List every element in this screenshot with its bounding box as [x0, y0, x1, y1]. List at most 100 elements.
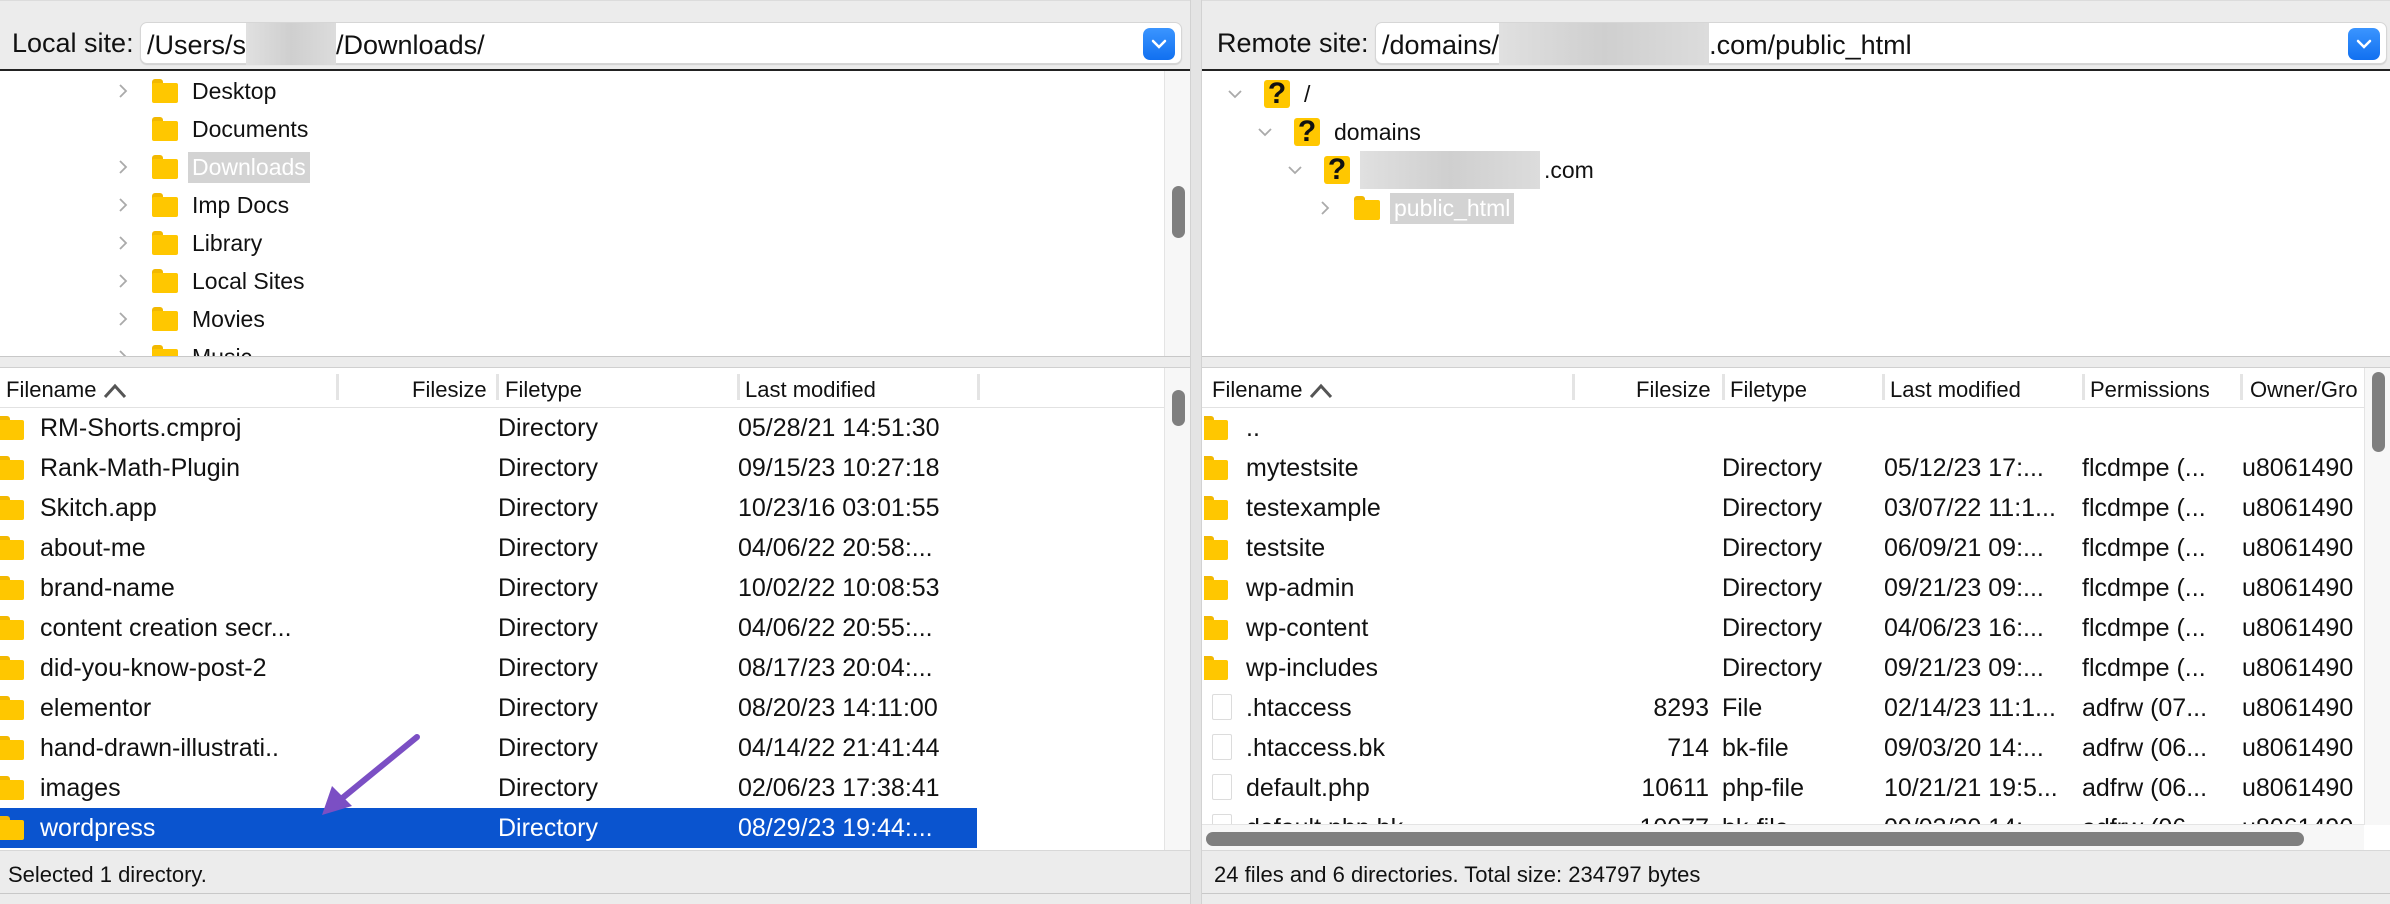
remote-list-scrollbar[interactable] — [2364, 368, 2390, 825]
local-tree-scrollbar[interactable] — [1164, 71, 1190, 356]
column-header-permissions[interactable]: Permissions — [2090, 377, 2210, 403]
cell-last-modified: 05/12/23 17:... — [1884, 454, 2044, 482]
cell-filetype: Directory — [1722, 614, 1823, 642]
column-header-filesize[interactable]: Filesize — [412, 377, 487, 403]
remote-path-dropdown-button[interactable] — [2348, 28, 2380, 60]
tree-item[interactable]: Music — [112, 338, 256, 357]
table-row[interactable]: testsite Directory 06/09/21 09:... flcdmpe … — [1202, 528, 2364, 568]
remote-status-bar: 24 files and 6 directories. Total size: … — [1202, 850, 2390, 894]
chevron-right-icon[interactable] — [112, 194, 134, 216]
chevron-right-icon[interactable] — [112, 346, 134, 356]
chevron-down-icon — [1151, 39, 1167, 49]
local-site-label: Local site: — [12, 28, 134, 58]
remote-list-hscroll-thumb[interactable] — [1206, 832, 2304, 846]
cell-last-modified: 04/14/22 21:41:44 — [738, 734, 940, 762]
column-header-filesize[interactable]: Filesize — [1636, 377, 1711, 403]
tree-item[interactable]: ? domains — [1254, 113, 1425, 151]
folder-icon — [0, 816, 24, 840]
remote-status-text: 24 files and 6 directories. Total size: … — [1214, 862, 1701, 887]
cell-filetype: Directory — [498, 414, 599, 442]
folder-icon — [152, 155, 178, 179]
pane-splitter[interactable] — [1190, 0, 1202, 904]
file-icon — [1212, 734, 1232, 760]
table-row[interactable]: RM-Shorts.cmproj Directory 05/28/21 14:51:… — [0, 408, 977, 448]
table-row[interactable]: wp-includes Directory 09/21/23 09:... flcdm… — [1202, 648, 2364, 688]
chevron-right-icon[interactable] — [1314, 197, 1336, 219]
local-directory-tree[interactable]: Desktop Documents Downloads Imp Docs Library… — [0, 71, 1190, 357]
cell-owner: u8061490 — [2242, 614, 2354, 642]
local-site-path-input[interactable]: /Users/s /Downloads/ — [140, 22, 1182, 65]
local-file-list[interactable]: Filename Filesize Filetype Last modified… — [0, 367, 1190, 850]
tree-item[interactable]: Library — [112, 224, 266, 262]
tree-item[interactable]: Desktop — [112, 72, 280, 110]
table-row[interactable]: Rank-Math-Plugin Directory 09/15/23 10:27:… — [0, 448, 977, 488]
table-row[interactable]: .htaccess 8293 File 02/14/23 11:1... adfrw (… — [1202, 688, 2364, 728]
cell-last-modified: 03/07/22 11:1... — [1884, 494, 2056, 522]
tree-item[interactable]: ? .com — [1284, 151, 1598, 189]
table-row[interactable]: hand-drawn-illustrati.. Directory 04/14/22… — [0, 728, 977, 768]
column-header-filename[interactable]: Filename — [6, 377, 128, 403]
tree-item[interactable]: Imp Docs — [112, 186, 293, 224]
cell-owner: u8061490 — [2242, 774, 2354, 802]
remote-list-hscrollbar[interactable] — [1202, 824, 2364, 850]
local-list-scrollbar[interactable] — [1164, 368, 1190, 850]
local-list-scroll-thumb[interactable] — [1172, 390, 1185, 426]
table-row[interactable]: wp-content Directory 04/06/23 16:... flcdmp… — [1202, 608, 2364, 648]
table-row[interactable]: testexample Directory 03/07/22 11:1... flcd… — [1202, 488, 2364, 528]
folder-icon — [152, 117, 178, 141]
table-row[interactable]: .. — [1202, 408, 2364, 448]
chevron-down-icon[interactable] — [1284, 159, 1306, 181]
chevron-right-icon[interactable] — [112, 156, 134, 178]
column-header-last-modified[interactable]: Last modified — [1890, 377, 2021, 403]
cell-filetype: Directory — [1722, 574, 1823, 602]
tree-item-label: Desktop — [192, 77, 277, 104]
tree-item-label: Music — [192, 343, 253, 357]
table-row[interactable]: default.php 10611 php-file 10/21/21 19:5...… — [1202, 768, 2364, 808]
table-row[interactable]: elementor Directory 08/20/23 14:11:00 — [0, 688, 977, 728]
folder-icon — [0, 416, 24, 440]
chevron-down-icon[interactable] — [1254, 121, 1276, 143]
file-icon — [1212, 774, 1232, 800]
table-row[interactable]: about-me Directory 04/06/22 20:58:... — [0, 528, 977, 568]
table-row[interactable]: did-you-know-post-2 Directory 08/17/23 20:… — [0, 648, 977, 688]
table-row[interactable]: .htaccess.bk 714 bk-file 09/03/20 14:... adf… — [1202, 728, 2364, 768]
local-path-dropdown-button[interactable] — [1143, 28, 1175, 60]
folder-icon — [1204, 416, 1228, 440]
column-header-filetype[interactable]: Filetype — [1730, 377, 1807, 403]
tree-item[interactable]: Local Sites — [112, 262, 309, 300]
tree-item[interactable]: ? / — [1224, 75, 1314, 113]
tree-item[interactable]: public_html — [1314, 189, 1515, 227]
chevron-right-icon[interactable] — [112, 270, 134, 292]
cell-filename: wp-content — [1246, 614, 1369, 642]
local-tree-scroll-thumb[interactable] — [1172, 186, 1185, 238]
chevron-right-icon[interactable] — [112, 308, 134, 330]
tree-item[interactable]: Documents — [112, 110, 312, 148]
table-row[interactable]: brand-name Directory 10/02/22 10:08:53 — [0, 568, 977, 608]
folder-icon — [0, 616, 24, 640]
cell-permissions: flcdmpe (... — [2082, 454, 2206, 482]
table-row[interactable]: content creation secr... Directory 04/06/2… — [0, 608, 977, 648]
cell-owner: u8061490 — [2242, 494, 2354, 522]
cell-filename: default.php — [1246, 774, 1370, 802]
remote-directory-tree[interactable]: ? /? domains? .com public_html — [1202, 71, 2390, 357]
cell-filetype: Directory — [498, 774, 599, 802]
remote-file-list[interactable]: Filename Filesize Filetype Last modified… — [1202, 367, 2390, 850]
table-row[interactable]: mytestsite Directory 05/12/23 17:... flcdmp… — [1202, 448, 2364, 488]
tree-item[interactable]: Downloads — [112, 148, 310, 186]
column-header-filetype[interactable]: Filetype — [505, 377, 582, 403]
table-row[interactable]: wp-admin Directory 09/21/23 09:... flcdmpe … — [1202, 568, 2364, 608]
remote-site-path-input[interactable]: /domains/ .com/public_html — [1375, 22, 2387, 65]
remote-list-scroll-thumb[interactable] — [2372, 372, 2385, 452]
table-row[interactable]: Skitch.app Directory 10/23/16 03:01:55 — [0, 488, 977, 528]
chevron-right-icon[interactable] — [112, 80, 134, 102]
column-header-owner-group[interactable]: Owner/Gro — [2250, 377, 2358, 403]
table-row[interactable]: wordpress Directory 08/29/23 19:44:... — [0, 808, 977, 848]
chevron-right-icon[interactable] — [112, 232, 134, 254]
tree-item[interactable]: Movies — [112, 300, 269, 338]
cell-filename: RM-Shorts.cmproj — [40, 414, 242, 442]
column-header-filename[interactable]: Filename — [1212, 377, 1334, 403]
cell-filetype: Directory — [1722, 454, 1823, 482]
chevron-down-icon[interactable] — [1224, 83, 1246, 105]
column-header-last-modified[interactable]: Last modified — [745, 377, 876, 403]
table-row[interactable]: images Directory 02/06/23 17:38:41 — [0, 768, 977, 808]
